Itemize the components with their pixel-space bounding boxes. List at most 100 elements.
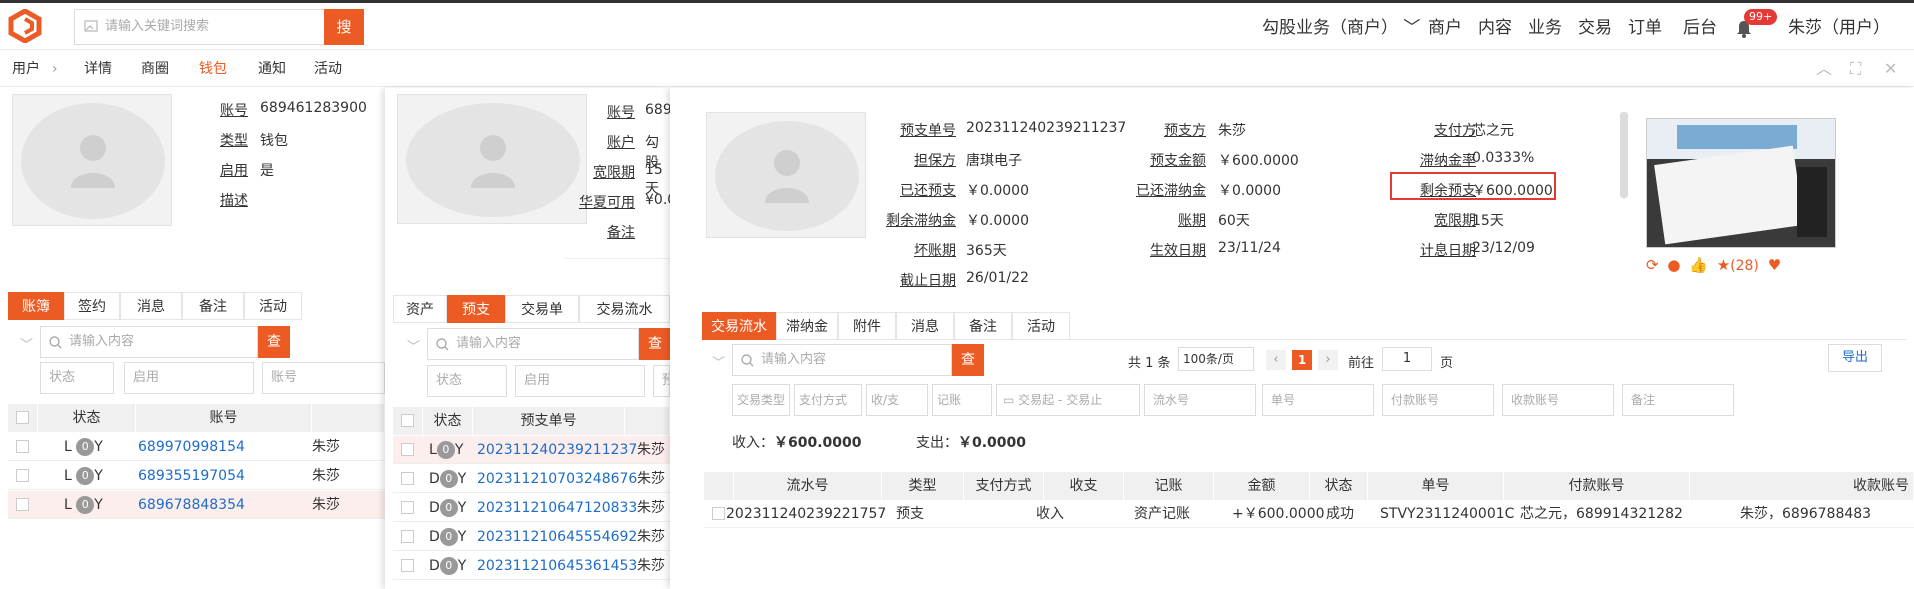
- scrollbar[interactable]: [1620, 112, 1628, 198]
- status-select[interactable]: 状态: [40, 362, 114, 394]
- advance-no-filter-input[interactable]: 预支单: [653, 365, 670, 397]
- product-image[interactable]: [1646, 118, 1836, 248]
- tab-trade-flow[interactable]: 交易流水: [579, 295, 670, 323]
- field-label[interactable]: 账期: [1110, 210, 1206, 230]
- business-selector[interactable]: 勾股业务（商户） ﹀: [1262, 3, 1420, 53]
- col-header-payee[interactable]: 收款账号: [1690, 472, 1914, 500]
- tab-advance[interactable]: 预支: [447, 295, 505, 323]
- next-page-icon[interactable]: ›: [1318, 350, 1338, 370]
- global-search-input[interactable]: 请输入关键词搜索: [74, 9, 324, 45]
- row-checkbox[interactable]: [16, 469, 29, 482]
- tab-trade-order[interactable]: 交易单: [505, 295, 579, 323]
- query-button[interactable]: 查: [952, 344, 984, 376]
- breadcrumb-detail[interactable]: 详情: [84, 51, 112, 87]
- collapse-icon[interactable]: ︿: [1816, 61, 1832, 77]
- star-icon[interactable]: ★: [1717, 256, 1730, 274]
- field-label[interactable]: 担保方: [870, 150, 956, 170]
- field-label[interactable]: 宽限期: [1386, 210, 1476, 230]
- prev-page-icon[interactable]: ‹: [1266, 350, 1286, 370]
- table-row[interactable]: L0Y 202311240239211237 朱莎: [393, 436, 670, 464]
- col-header-flow-no[interactable]: 流水号: [734, 472, 882, 500]
- field-label[interactable]: 账号: [206, 100, 248, 120]
- enable-select[interactable]: 启用: [515, 365, 645, 397]
- trade-type-select[interactable]: 交易类型: [732, 384, 790, 416]
- select-all-checkbox[interactable]: [16, 411, 29, 424]
- app-logo-icon[interactable]: [8, 9, 42, 43]
- booking-select[interactable]: 记账: [932, 384, 992, 416]
- advance-link[interactable]: 202311210645361453: [477, 552, 637, 580]
- table-row[interactable]: D0Y 202311210645554692 朱莎: [393, 523, 670, 551]
- field-label[interactable]: 类型: [206, 130, 248, 150]
- row-checkbox[interactable]: [712, 507, 725, 520]
- row-checkbox[interactable]: [16, 440, 29, 453]
- tab-activity[interactable]: 活动: [244, 292, 302, 320]
- page-size-select[interactable]: 100条/页: [1178, 347, 1254, 371]
- breadcrumb-notice[interactable]: 通知: [258, 51, 286, 87]
- heart-icon[interactable]: ♥: [1768, 256, 1781, 274]
- col-header-payer[interactable]: 付款账号: [1504, 472, 1690, 500]
- field-label[interactable]: 备注: [575, 222, 635, 242]
- field-label[interactable]: 坏账期: [870, 240, 956, 260]
- tab-message[interactable]: 消息: [120, 292, 182, 320]
- col-header-type[interactable]: 类型: [882, 472, 964, 500]
- tab-ledger[interactable]: 账簿: [8, 292, 64, 320]
- user-menu[interactable]: 朱莎（用户）: [1788, 3, 1890, 53]
- flow-no-input[interactable]: 流水号: [1144, 384, 1256, 416]
- field-label[interactable]: 支付方: [1386, 120, 1476, 140]
- tab-late-fee[interactable]: 滞纳金: [776, 312, 838, 340]
- payee-account-input[interactable]: 收款账号: [1502, 384, 1614, 416]
- table-row[interactable]: L 0Y 689678848354 朱莎: [8, 491, 385, 519]
- field-label[interactable]: 描述: [206, 190, 248, 210]
- col-header-account[interactable]: 账号: [136, 404, 312, 432]
- field-label[interactable]: 计息日期: [1386, 240, 1476, 260]
- pay-method-select[interactable]: 支付方式: [794, 384, 862, 416]
- table-row[interactable]: L 0Y 689355197054 朱莎: [8, 462, 385, 490]
- nav-backend[interactable]: 后台: [1683, 3, 1717, 53]
- breadcrumb-activity[interactable]: 活动: [314, 51, 342, 87]
- field-label[interactable]: 剩余滞纳金: [870, 210, 956, 230]
- row-checkbox[interactable]: [401, 559, 414, 572]
- field-label[interactable]: 滞纳金率: [1386, 150, 1476, 170]
- refresh-icon[interactable]: ⟳: [1646, 256, 1659, 274]
- col-header-status[interactable]: 状态: [1310, 472, 1368, 500]
- query-button[interactable]: 查: [258, 326, 290, 358]
- chevron-down-icon[interactable]: ﹀: [712, 352, 725, 371]
- field-label[interactable]: 账号: [575, 102, 635, 122]
- page-number-button[interactable]: 1: [1292, 350, 1312, 370]
- col-header-order-no[interactable]: 单号: [1368, 472, 1504, 500]
- tab-message[interactable]: 消息: [896, 312, 954, 340]
- nav-content[interactable]: 内容: [1478, 3, 1512, 53]
- col-header-amount[interactable]: 金额: [1214, 472, 1310, 500]
- chevron-down-icon[interactable]: ﹀: [407, 336, 420, 355]
- field-label[interactable]: 剩余预支: [1386, 180, 1476, 200]
- nav-business[interactable]: 业务: [1528, 3, 1562, 53]
- order-no-input[interactable]: 单号: [1262, 384, 1374, 416]
- account-link[interactable]: 689970998154: [138, 433, 245, 461]
- field-label[interactable]: 华夏可用: [565, 192, 635, 212]
- payer-account-input[interactable]: 付款账号: [1382, 384, 1494, 416]
- table-row[interactable]: L 0Y 689970998154 朱莎: [8, 433, 385, 461]
- breadcrumb-circle[interactable]: 商圈: [141, 51, 169, 87]
- date-range-picker[interactable]: ▭ 交易起 - 交易止: [996, 384, 1140, 416]
- tab-trade-flow[interactable]: 交易流水: [702, 312, 776, 340]
- breadcrumb-wallet[interactable]: 钱包: [199, 51, 227, 87]
- advance-link[interactable]: 202311240239211237: [477, 436, 637, 464]
- col-header-booking[interactable]: 记账: [1124, 472, 1214, 500]
- search-input[interactable]: 请输入内容: [427, 328, 639, 360]
- field-label[interactable]: 启用: [206, 160, 248, 180]
- enable-select[interactable]: 启用: [124, 362, 254, 394]
- goto-page-input[interactable]: 1: [1382, 347, 1432, 371]
- account-filter-input[interactable]: 账号: [262, 362, 385, 394]
- field-label[interactable]: 截止日期: [870, 270, 956, 290]
- field-label[interactable]: 预支方: [1110, 120, 1206, 140]
- search-input[interactable]: 请输入内容: [732, 344, 952, 376]
- field-label[interactable]: 预支单号: [870, 120, 956, 140]
- nav-trade[interactable]: 交易: [1578, 3, 1612, 53]
- field-label[interactable]: 宽限期: [575, 162, 635, 182]
- col-header-status[interactable]: 状态: [38, 404, 136, 432]
- tab-activity[interactable]: 活动: [1012, 312, 1070, 340]
- table-row[interactable]: D0Y 202311210647120833 朱莎: [393, 494, 670, 522]
- row-checkbox[interactable]: [16, 498, 29, 511]
- tab-note[interactable]: 备注: [954, 312, 1012, 340]
- thumbs-up-icon[interactable]: 👍: [1689, 256, 1708, 274]
